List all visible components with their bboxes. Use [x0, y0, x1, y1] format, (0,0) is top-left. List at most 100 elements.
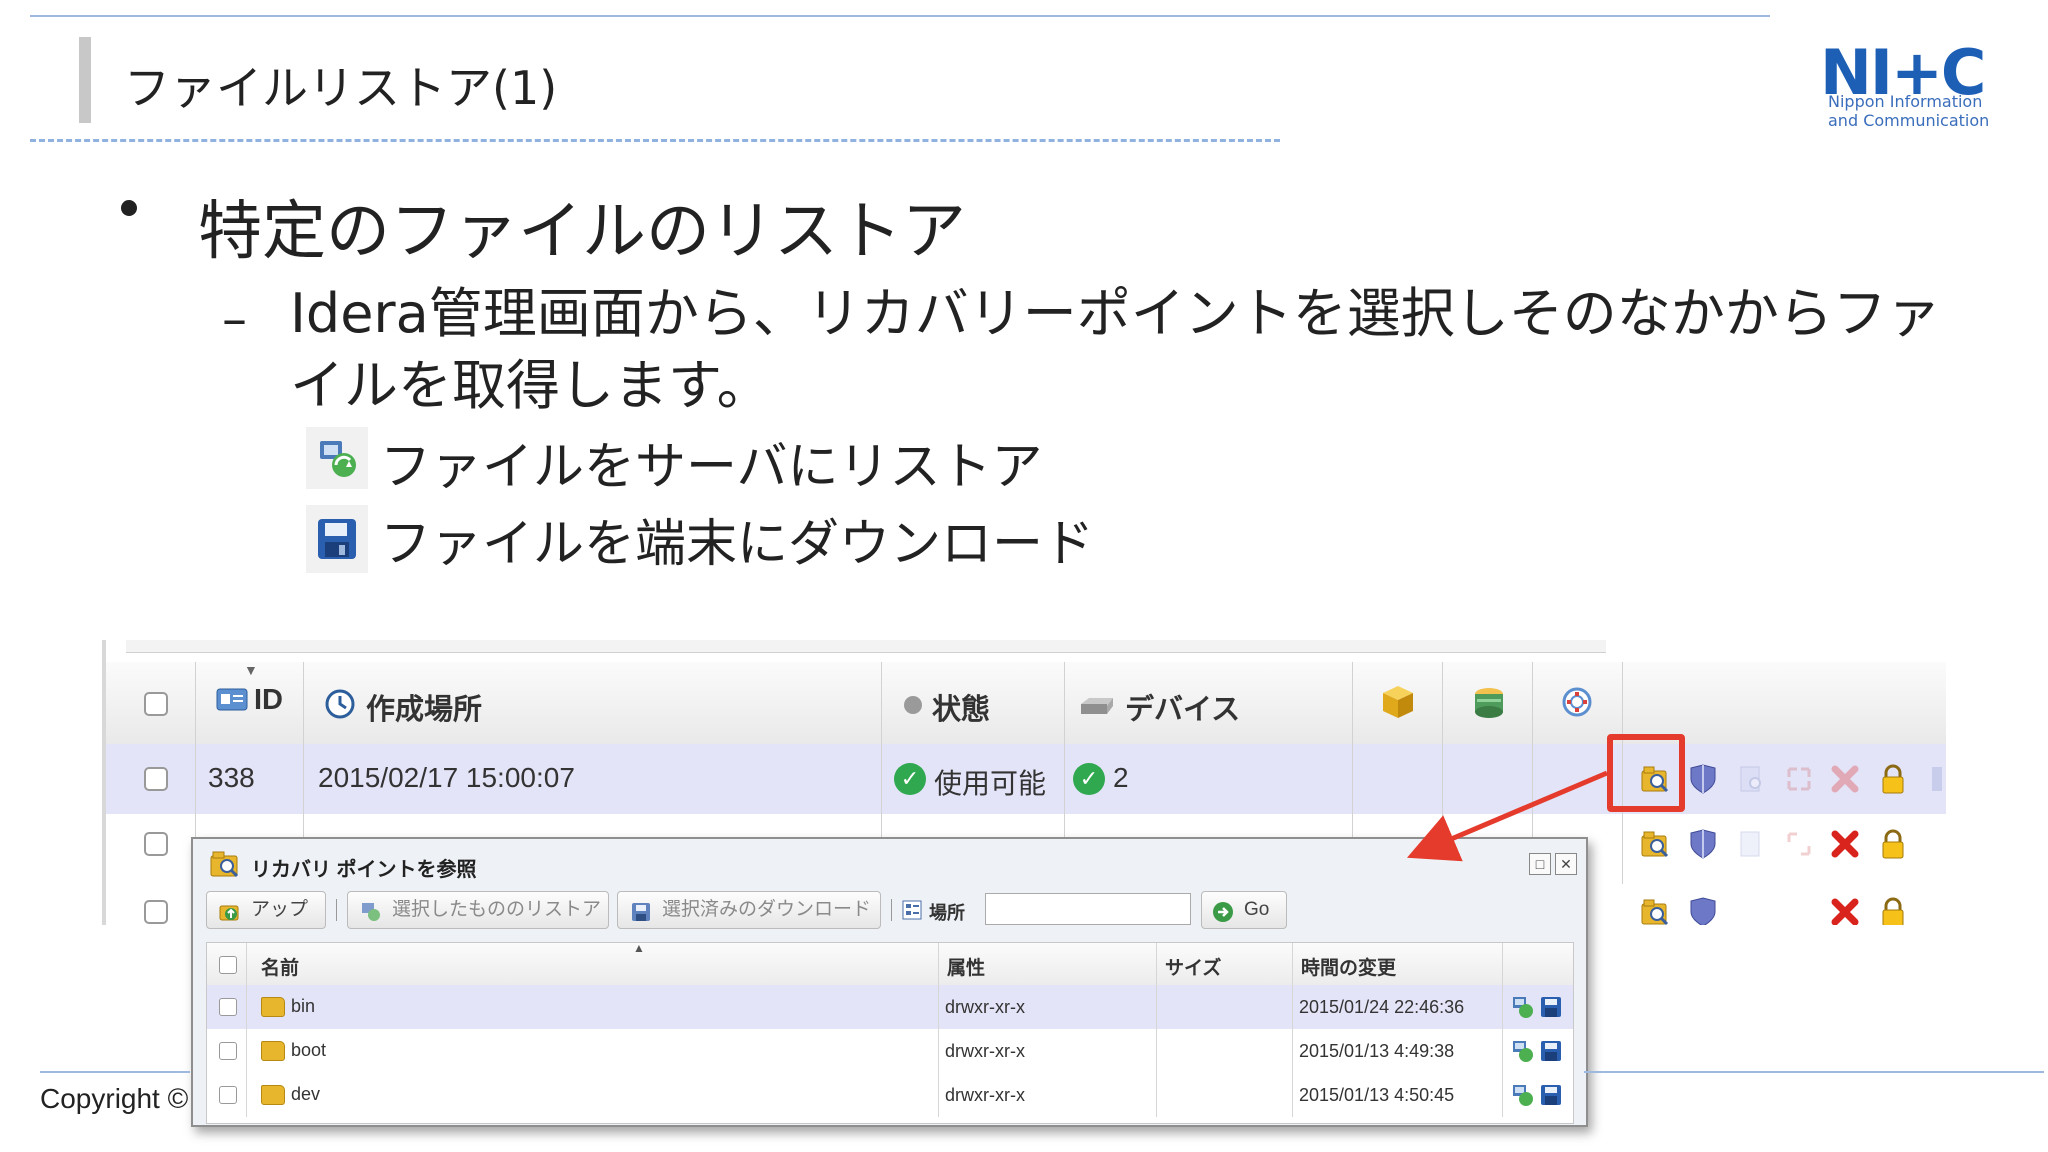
download-selected-button[interactable]: 選択済みのダウンロード	[617, 891, 881, 929]
more-icon[interactable]	[1921, 763, 1946, 795]
grid-header-row: ▼ ID 作成場所 状態 デバイス	[106, 662, 1946, 745]
browse-recovery-point-icon[interactable]	[1639, 828, 1671, 860]
row-mtime: 2015/01/13 4:49:38	[1299, 1041, 1455, 1061]
footer-rule	[1584, 1071, 2044, 1073]
table-row[interactable]: boot drwxr-xr-x 2015/01/13 4:49:38	[207, 1029, 1573, 1074]
row-select-cell[interactable]	[106, 814, 196, 884]
delete-icon[interactable]	[1829, 896, 1861, 925]
column-label-size: サイズ	[1165, 958, 1222, 979]
row-checkbox[interactable]	[144, 832, 168, 856]
table-row[interactable]: dev drwxr-xr-x 2015/01/13 4:50:45	[207, 1073, 1573, 1117]
row-attr: drwxr-xr-x	[945, 1041, 1025, 1061]
top-rule	[30, 15, 1770, 17]
column-header-created[interactable]: 作成場所	[304, 662, 882, 744]
row-name-cell[interactable]: boot	[247, 1029, 939, 1073]
row-checkbox[interactable]	[144, 767, 168, 791]
select-all-checkbox[interactable]	[219, 956, 237, 974]
logo-caption-line2: and Communication	[1828, 111, 1990, 130]
delete-icon[interactable]	[1829, 763, 1861, 795]
sort-desc-icon: ▼	[244, 662, 258, 678]
row-name: bin	[291, 996, 316, 1016]
row-select-cell[interactable]	[106, 744, 196, 814]
column-header-archive[interactable]	[1353, 662, 1443, 744]
download-floppy-icon[interactable]	[1539, 1039, 1563, 1063]
view-icon[interactable]	[1735, 763, 1767, 795]
header-select-all[interactable]	[106, 662, 196, 744]
column-header-replication[interactable]	[1533, 662, 1623, 744]
row-select-cell[interactable]	[207, 1029, 247, 1073]
column-header-database[interactable]	[1443, 662, 1533, 744]
sort-asc-icon: ▲	[633, 941, 645, 955]
row-mtime-cell: 2015/01/24 22:46:36	[1293, 985, 1503, 1029]
table-row[interactable]: bin drwxr-xr-x 2015/01/24 22:46:36	[207, 985, 1573, 1030]
column-header-id[interactable]: ▼ ID	[196, 662, 304, 744]
row-checkbox[interactable]	[219, 998, 237, 1016]
location-icon	[901, 899, 923, 921]
up-button-label: アップ	[251, 899, 309, 920]
row-attr-cell: drwxr-xr-x	[939, 985, 1157, 1029]
row-name: dev	[291, 1084, 321, 1104]
select-all-checkbox[interactable]	[144, 692, 168, 716]
delete-icon[interactable]	[1829, 828, 1861, 860]
status-dot-icon	[904, 696, 922, 714]
column-header-size[interactable]: サイズ	[1157, 943, 1293, 985]
restore-to-server-icon[interactable]	[1511, 1083, 1535, 1107]
restore-selected-button[interactable]: 選択したもののリストア	[347, 891, 609, 929]
dialog-title: リカバリ ポイントを参照	[251, 859, 477, 881]
browse-recovery-point-icon[interactable]	[1639, 896, 1671, 925]
column-header-attr[interactable]: 属性	[939, 943, 1157, 985]
row-checkbox[interactable]	[219, 1086, 237, 1104]
row-name-cell[interactable]: dev	[247, 1073, 939, 1117]
shield-icon[interactable]	[1687, 896, 1719, 925]
row-select-cell[interactable]	[207, 985, 247, 1029]
lock-icon[interactable]	[1877, 896, 1909, 925]
maximize-button[interactable]: □	[1529, 853, 1551, 875]
browse-recovery-point-dialog: リカバリ ポイントを参照 □ ✕ アップ 選択したもののリストア 選択済みのダウ…	[191, 837, 1588, 1127]
location-label: 場所	[929, 903, 965, 923]
download-floppy-icon[interactable]	[1539, 1083, 1563, 1107]
row-mtime-cell: 2015/01/13 4:49:38	[1293, 1029, 1503, 1073]
folder-icon	[261, 997, 285, 1017]
column-label-id: ID	[254, 684, 283, 716]
expand-icon[interactable]	[1783, 828, 1815, 860]
folder-icon	[261, 1085, 285, 1105]
shield-icon[interactable]	[1687, 763, 1719, 795]
column-label-device: デバイス	[1125, 694, 1241, 726]
row-checkbox[interactable]	[144, 900, 168, 924]
column-header-name[interactable]: 名前 ▲	[247, 941, 939, 985]
shield-icon[interactable]	[1687, 828, 1719, 860]
download-floppy-icon[interactable]	[1539, 995, 1563, 1019]
lock-icon[interactable]	[1877, 763, 1909, 795]
row-select-cell[interactable]	[207, 1073, 247, 1117]
lock-icon[interactable]	[1877, 828, 1909, 860]
view-icon[interactable]	[1735, 828, 1767, 860]
column-header-mtime[interactable]: 時間の変更	[1293, 943, 1503, 985]
close-button[interactable]: ✕	[1555, 853, 1577, 875]
lifebuoy-icon	[1561, 686, 1593, 718]
grid-toolbar	[126, 640, 1606, 653]
column-label-mtime: 時間の変更	[1301, 958, 1397, 979]
row-checkbox[interactable]	[219, 1042, 237, 1060]
column-label-state: 状態	[932, 694, 991, 726]
location-input[interactable]	[985, 893, 1191, 925]
check-icon: ✓	[1073, 763, 1105, 795]
bullet-dot	[121, 200, 137, 216]
expand-icon[interactable]	[1783, 763, 1815, 795]
row-name-cell[interactable]: bin	[247, 985, 939, 1029]
column-label-attr: 属性	[947, 958, 986, 979]
database-icon	[1471, 686, 1507, 720]
up-button[interactable]: アップ	[206, 891, 326, 929]
column-header-device[interactable]: デバイス	[1065, 662, 1353, 744]
row-size-cell	[1157, 985, 1293, 1029]
row-select-cell[interactable]	[106, 884, 196, 925]
column-header-state[interactable]: 状態	[882, 662, 1065, 744]
row-device: 2	[1113, 762, 1129, 793]
go-button[interactable]: Go	[1201, 891, 1287, 929]
bullet-dash: –	[222, 290, 247, 348]
restore-to-server-icon[interactable]	[1511, 1039, 1535, 1063]
footer-rule	[40, 1071, 190, 1073]
header-select-all[interactable]	[207, 943, 247, 985]
row-id: 338	[208, 762, 255, 793]
restore-to-server-icon[interactable]	[1511, 995, 1535, 1019]
row-attr-cell: drwxr-xr-x	[939, 1029, 1157, 1073]
